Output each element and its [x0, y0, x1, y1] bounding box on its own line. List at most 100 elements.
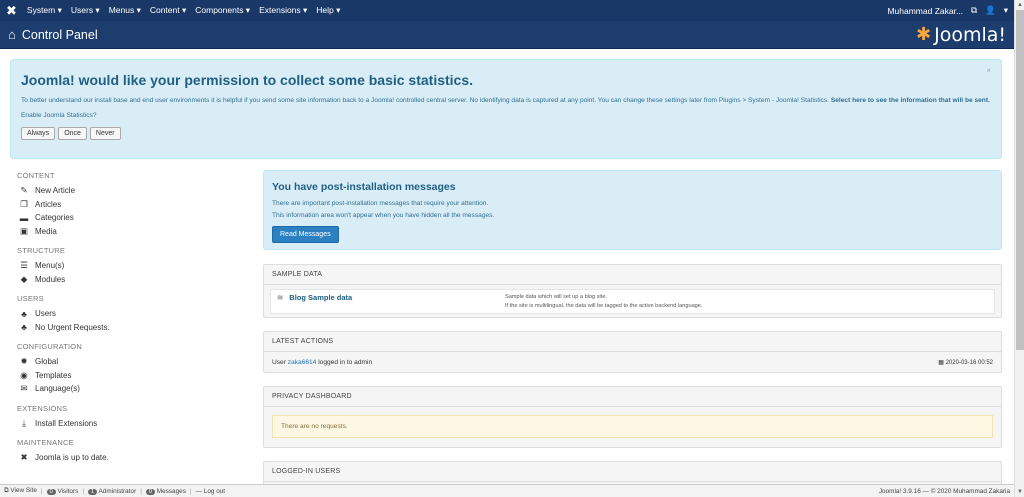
item-label: Templates	[35, 370, 72, 380]
menu-users[interactable]: Users ▾	[71, 5, 100, 16]
sidebar-item-menus[interactable]: ☰ Menu(s)	[17, 259, 247, 273]
chevron-down-icon[interactable]: ▾	[1004, 5, 1008, 16]
menu-system[interactable]: System ▾	[27, 5, 62, 16]
close-icon[interactable]: ×	[986, 66, 991, 75]
sidebar-item-global[interactable]: ✹ Global	[17, 355, 247, 369]
top-menu-bar: ✖ System ▾ Users ▾ Menus ▾ Content ▾ Com…	[0, 0, 1014, 21]
minus-icon: —	[195, 487, 202, 495]
joomla-logo-icon[interactable]: ✖	[6, 3, 17, 19]
section-content: CONTENT	[17, 171, 55, 180]
item-label: Global	[35, 357, 59, 367]
sidebar-item-templates[interactable]: ◉ Templates	[17, 369, 247, 383]
item-label: Language(s)	[35, 384, 80, 394]
item-label: Install Extensions	[35, 418, 98, 428]
menu-help[interactable]: Help ▾	[316, 5, 340, 16]
section-users: USERS	[17, 294, 44, 303]
sidebar-item-new-article[interactable]: ✎ New Article	[17, 184, 247, 198]
visitors-badge: 0	[46, 488, 56, 495]
administrator-badge: 1	[87, 488, 98, 495]
sample-name[interactable]: ≋ Blog Sample data	[277, 293, 505, 310]
item-label: Joomla is up to date.	[35, 453, 109, 463]
scrollbar-thumb[interactable]	[1016, 10, 1024, 350]
view-site-link[interactable]: ⧉ View Site	[4, 487, 37, 495]
action-user-link[interactable]: zaka6614	[288, 359, 317, 366]
sample-data-panel: SAMPLE DATA ≋ Blog Sample data Sample da…	[263, 264, 1002, 318]
item-label: Modules	[35, 274, 66, 284]
comments-icon: ✉	[20, 383, 28, 394]
external-link-icon[interactable]: ⧉	[971, 5, 977, 16]
always-button[interactable]: Always	[21, 127, 56, 140]
sample-desc-1: Sample data which will set up a blog sit…	[505, 294, 607, 300]
panel-header: SAMPLE DATA	[264, 265, 1001, 285]
menu-content[interactable]: Content ▾	[150, 5, 186, 16]
sample-name-label: Blog Sample data	[289, 293, 353, 302]
menu-menus[interactable]: Menus ▾	[109, 5, 141, 16]
logout-label: Log out	[203, 487, 226, 495]
list-icon: ☰	[20, 260, 28, 271]
cube-icon: ◆	[20, 273, 28, 284]
user-icon[interactable]: 👤	[985, 5, 996, 16]
logout-link[interactable]: — Log out	[196, 488, 226, 495]
download-icon: ⤓	[22, 417, 26, 428]
joomla-icon: ✖	[20, 452, 28, 463]
once-button[interactable]: Once	[58, 127, 87, 140]
item-label: Menu(s)	[35, 261, 65, 271]
item-label: Categories	[35, 213, 74, 223]
latest-actions-panel: LATEST ACTIONS User zaka6614 logged in t…	[263, 331, 1002, 373]
messages-link[interactable]: 0 Messages	[145, 488, 186, 495]
sample-desc-2: If the site is multilingual, the data wi…	[505, 303, 703, 309]
stack-icon: ❐	[20, 198, 28, 209]
post-install-line-2: This information area won't appear when …	[272, 212, 495, 219]
sidebar-item-categories[interactable]: ▬ Categories	[17, 211, 247, 225]
separator: |	[189, 487, 192, 495]
post-installation-alert: You have post-installation messages Ther…	[263, 170, 1002, 250]
logo-text: Joomla!	[934, 23, 1006, 46]
scroll-up-icon[interactable]: ▲	[1015, 0, 1024, 10]
menu-components[interactable]: Components ▾	[195, 5, 250, 16]
post-install-line-1: There are important post-installation me…	[272, 200, 489, 207]
scroll-down-icon[interactable]: ▼	[1015, 487, 1024, 497]
menu-extensions[interactable]: Extensions ▾	[259, 5, 307, 16]
sidebar-item-urgent-requests[interactable]: ♣ No Urgent Requests.	[17, 321, 247, 335]
administrator-label: Administrator	[98, 487, 137, 495]
item-label: No Urgent Requests.	[35, 322, 110, 332]
panel-header: LOGGED-IN USERS	[264, 462, 1001, 482]
user-name-link[interactable]: Muhammad Zakar...	[887, 6, 963, 16]
sidebar-item-languages[interactable]: ✉ Language(s)	[17, 382, 247, 396]
sidebar-item-install-extensions[interactable]: ⤓ Install Extensions	[17, 417, 247, 431]
post-install-title: You have post-installation messages	[272, 181, 456, 193]
panel-header: LATEST ACTIONS	[264, 332, 1001, 352]
home-icon: ⌂	[8, 27, 16, 42]
panel-body: User zaka6614 logged in to admin ▦ 2020-…	[264, 352, 1001, 373]
separator: |	[40, 487, 43, 495]
section-extensions: EXTENSIONS	[17, 403, 68, 413]
sidebar-item-modules[interactable]: ◆ Modules	[17, 273, 247, 287]
item-label: Users	[35, 309, 56, 319]
panel-body: ≋ Blog Sample data Sample data which wil…	[264, 285, 1001, 318]
statistics-question: Enable Joomla Statistics?	[21, 112, 97, 119]
statistics-alert: × Joomla! would like your permission to …	[10, 59, 1002, 159]
pencil-icon: ✎	[20, 185, 28, 196]
never-button[interactable]: Never	[89, 127, 121, 140]
separator: |	[82, 487, 84, 495]
visitors-label: Visitors	[57, 487, 79, 495]
privacy-dashboard-panel: PRIVACY DASHBOARD There are no requests.	[263, 386, 1002, 448]
sidebar-item-media[interactable]: ▣ Media	[17, 225, 247, 239]
sidebar-item-joomla-update[interactable]: ✖ Joomla is up to date.	[17, 451, 247, 465]
sample-description: Sample data which will set up a blog sit…	[505, 293, 702, 310]
image-icon: ▣	[19, 225, 29, 236]
main-menu: System ▾ Users ▾ Menus ▾ Content ▾ Compo…	[27, 5, 341, 16]
page-scrollbar[interactable]: ▲ ▼	[1014, 0, 1024, 497]
action-row: User zaka6614 logged in to admin ▦ 2020-…	[270, 356, 995, 369]
sidebar-item-articles[interactable]: ❐ Articles	[17, 198, 247, 212]
visitors-link[interactable]: 0 Visitors	[46, 487, 79, 495]
sidebar-item-users[interactable]: ♣ Users	[17, 307, 247, 321]
folder-icon: ▬	[19, 212, 29, 223]
action-date-text: 2020-03-16 00:52	[945, 360, 993, 366]
sample-row: ≋ Blog Sample data Sample data which wil…	[270, 289, 995, 314]
page-header: ⌂ Control Panel ✱ Joomla!	[0, 21, 1014, 49]
read-messages-button[interactable]: Read Messages	[272, 226, 339, 243]
cog-icon: ✹	[20, 356, 28, 367]
statistics-info-link[interactable]: Select here to see the information that …	[831, 97, 990, 104]
administrator-link[interactable]: 1 Administrator	[87, 487, 137, 495]
